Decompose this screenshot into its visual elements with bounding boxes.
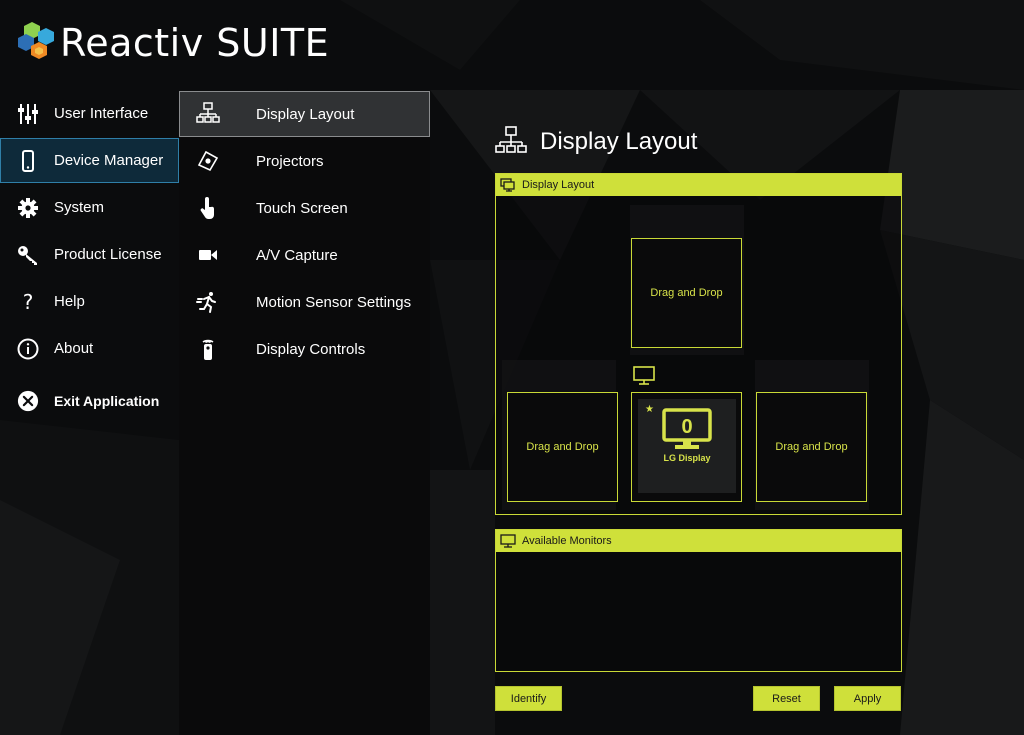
app-title: Reactiv SUITE bbox=[60, 21, 330, 65]
nav-label: Exit Application bbox=[54, 392, 160, 409]
nav-product-license[interactable]: Product License bbox=[0, 232, 179, 277]
svg-text:?: ? bbox=[23, 291, 34, 313]
nav-exit-application[interactable]: Exit Application bbox=[0, 378, 179, 423]
nav-label: Product License bbox=[54, 246, 162, 263]
nav-label: Device Manager bbox=[54, 152, 164, 169]
network-icon bbox=[495, 126, 527, 153]
nav-help[interactable]: ? Help bbox=[0, 279, 179, 324]
display-name: LG Display bbox=[663, 453, 711, 463]
key-icon bbox=[17, 244, 39, 266]
secondary-nav: Display Layout Projectors Touch Screen A… bbox=[179, 91, 430, 735]
drop-slot-right[interactable]: Drag and Drop bbox=[756, 392, 867, 502]
apply-button[interactable]: Apply bbox=[834, 686, 901, 711]
reset-button[interactable]: Reset bbox=[753, 686, 820, 711]
monitor-icon bbox=[500, 534, 516, 548]
nav-device-manager[interactable]: Device Manager bbox=[0, 138, 179, 183]
close-circle-icon bbox=[17, 390, 39, 412]
available-monitors-panel: Available Monitors bbox=[495, 529, 902, 672]
panel-header: Display Layout bbox=[496, 174, 901, 196]
display-number: 0 bbox=[681, 416, 692, 438]
running-icon bbox=[196, 290, 220, 314]
panel-header-label: Available Monitors bbox=[522, 535, 612, 547]
subnav-display-layout[interactable]: Display Layout bbox=[179, 91, 430, 137]
sliders-icon bbox=[17, 103, 39, 125]
subnav-label: Display Layout bbox=[256, 105, 355, 123]
gear-icon bbox=[17, 197, 39, 219]
nav-about[interactable]: About bbox=[0, 326, 179, 371]
primary-star-icon: ★ bbox=[645, 404, 654, 415]
network-icon bbox=[196, 102, 220, 126]
subnav-label: Display Controls bbox=[256, 340, 366, 358]
drop-label: Drag and Drop bbox=[775, 441, 848, 453]
identify-button[interactable]: Identify bbox=[495, 686, 562, 711]
phone-icon bbox=[17, 149, 39, 172]
page-title: Display Layout bbox=[495, 126, 697, 158]
video-camera-icon bbox=[196, 243, 220, 267]
panel-header: Available Monitors bbox=[496, 530, 901, 552]
page-title-text: Display Layout bbox=[540, 128, 698, 155]
drop-label: Drag and Drop bbox=[526, 441, 599, 453]
subnav-label: Projectors bbox=[256, 152, 324, 170]
nav-label: About bbox=[54, 340, 94, 357]
panel-header-label: Display Layout bbox=[522, 179, 595, 191]
logo-mark-icon bbox=[18, 22, 54, 59]
display-monitor-icon: 0 bbox=[662, 408, 712, 449]
monitor-icon bbox=[633, 366, 655, 385]
projector-icon bbox=[196, 149, 220, 173]
subnav-display-controls[interactable]: Display Controls bbox=[179, 326, 430, 372]
app-logo: Reactiv SUITE bbox=[18, 20, 329, 66]
drop-slot-top[interactable]: Drag and Drop bbox=[631, 238, 742, 348]
nav-label: System bbox=[54, 199, 105, 216]
nav-user-interface[interactable]: User Interface bbox=[0, 91, 179, 136]
drop-slot-left[interactable]: Drag and Drop bbox=[507, 392, 618, 502]
question-icon: ? bbox=[17, 291, 39, 313]
subnav-label: Motion Sensor Settings bbox=[256, 293, 412, 311]
nav-label: User Interface bbox=[54, 105, 149, 122]
nav-system[interactable]: System bbox=[0, 185, 179, 230]
touch-icon bbox=[196, 196, 220, 220]
subnav-av-capture[interactable]: A/V Capture bbox=[179, 232, 430, 278]
subnav-label: A/V Capture bbox=[256, 246, 338, 264]
remote-icon bbox=[196, 337, 220, 361]
subnav-projectors[interactable]: Projectors bbox=[179, 138, 430, 184]
drop-label: Drag and Drop bbox=[650, 287, 723, 299]
monitors-icon bbox=[500, 178, 515, 192]
subnav-touch-screen[interactable]: Touch Screen bbox=[179, 185, 430, 231]
info-icon bbox=[17, 338, 39, 360]
subnav-label: Touch Screen bbox=[256, 199, 348, 217]
subnav-motion-sensor-settings[interactable]: Motion Sensor Settings bbox=[179, 279, 430, 325]
nav-label: Help bbox=[54, 293, 85, 310]
